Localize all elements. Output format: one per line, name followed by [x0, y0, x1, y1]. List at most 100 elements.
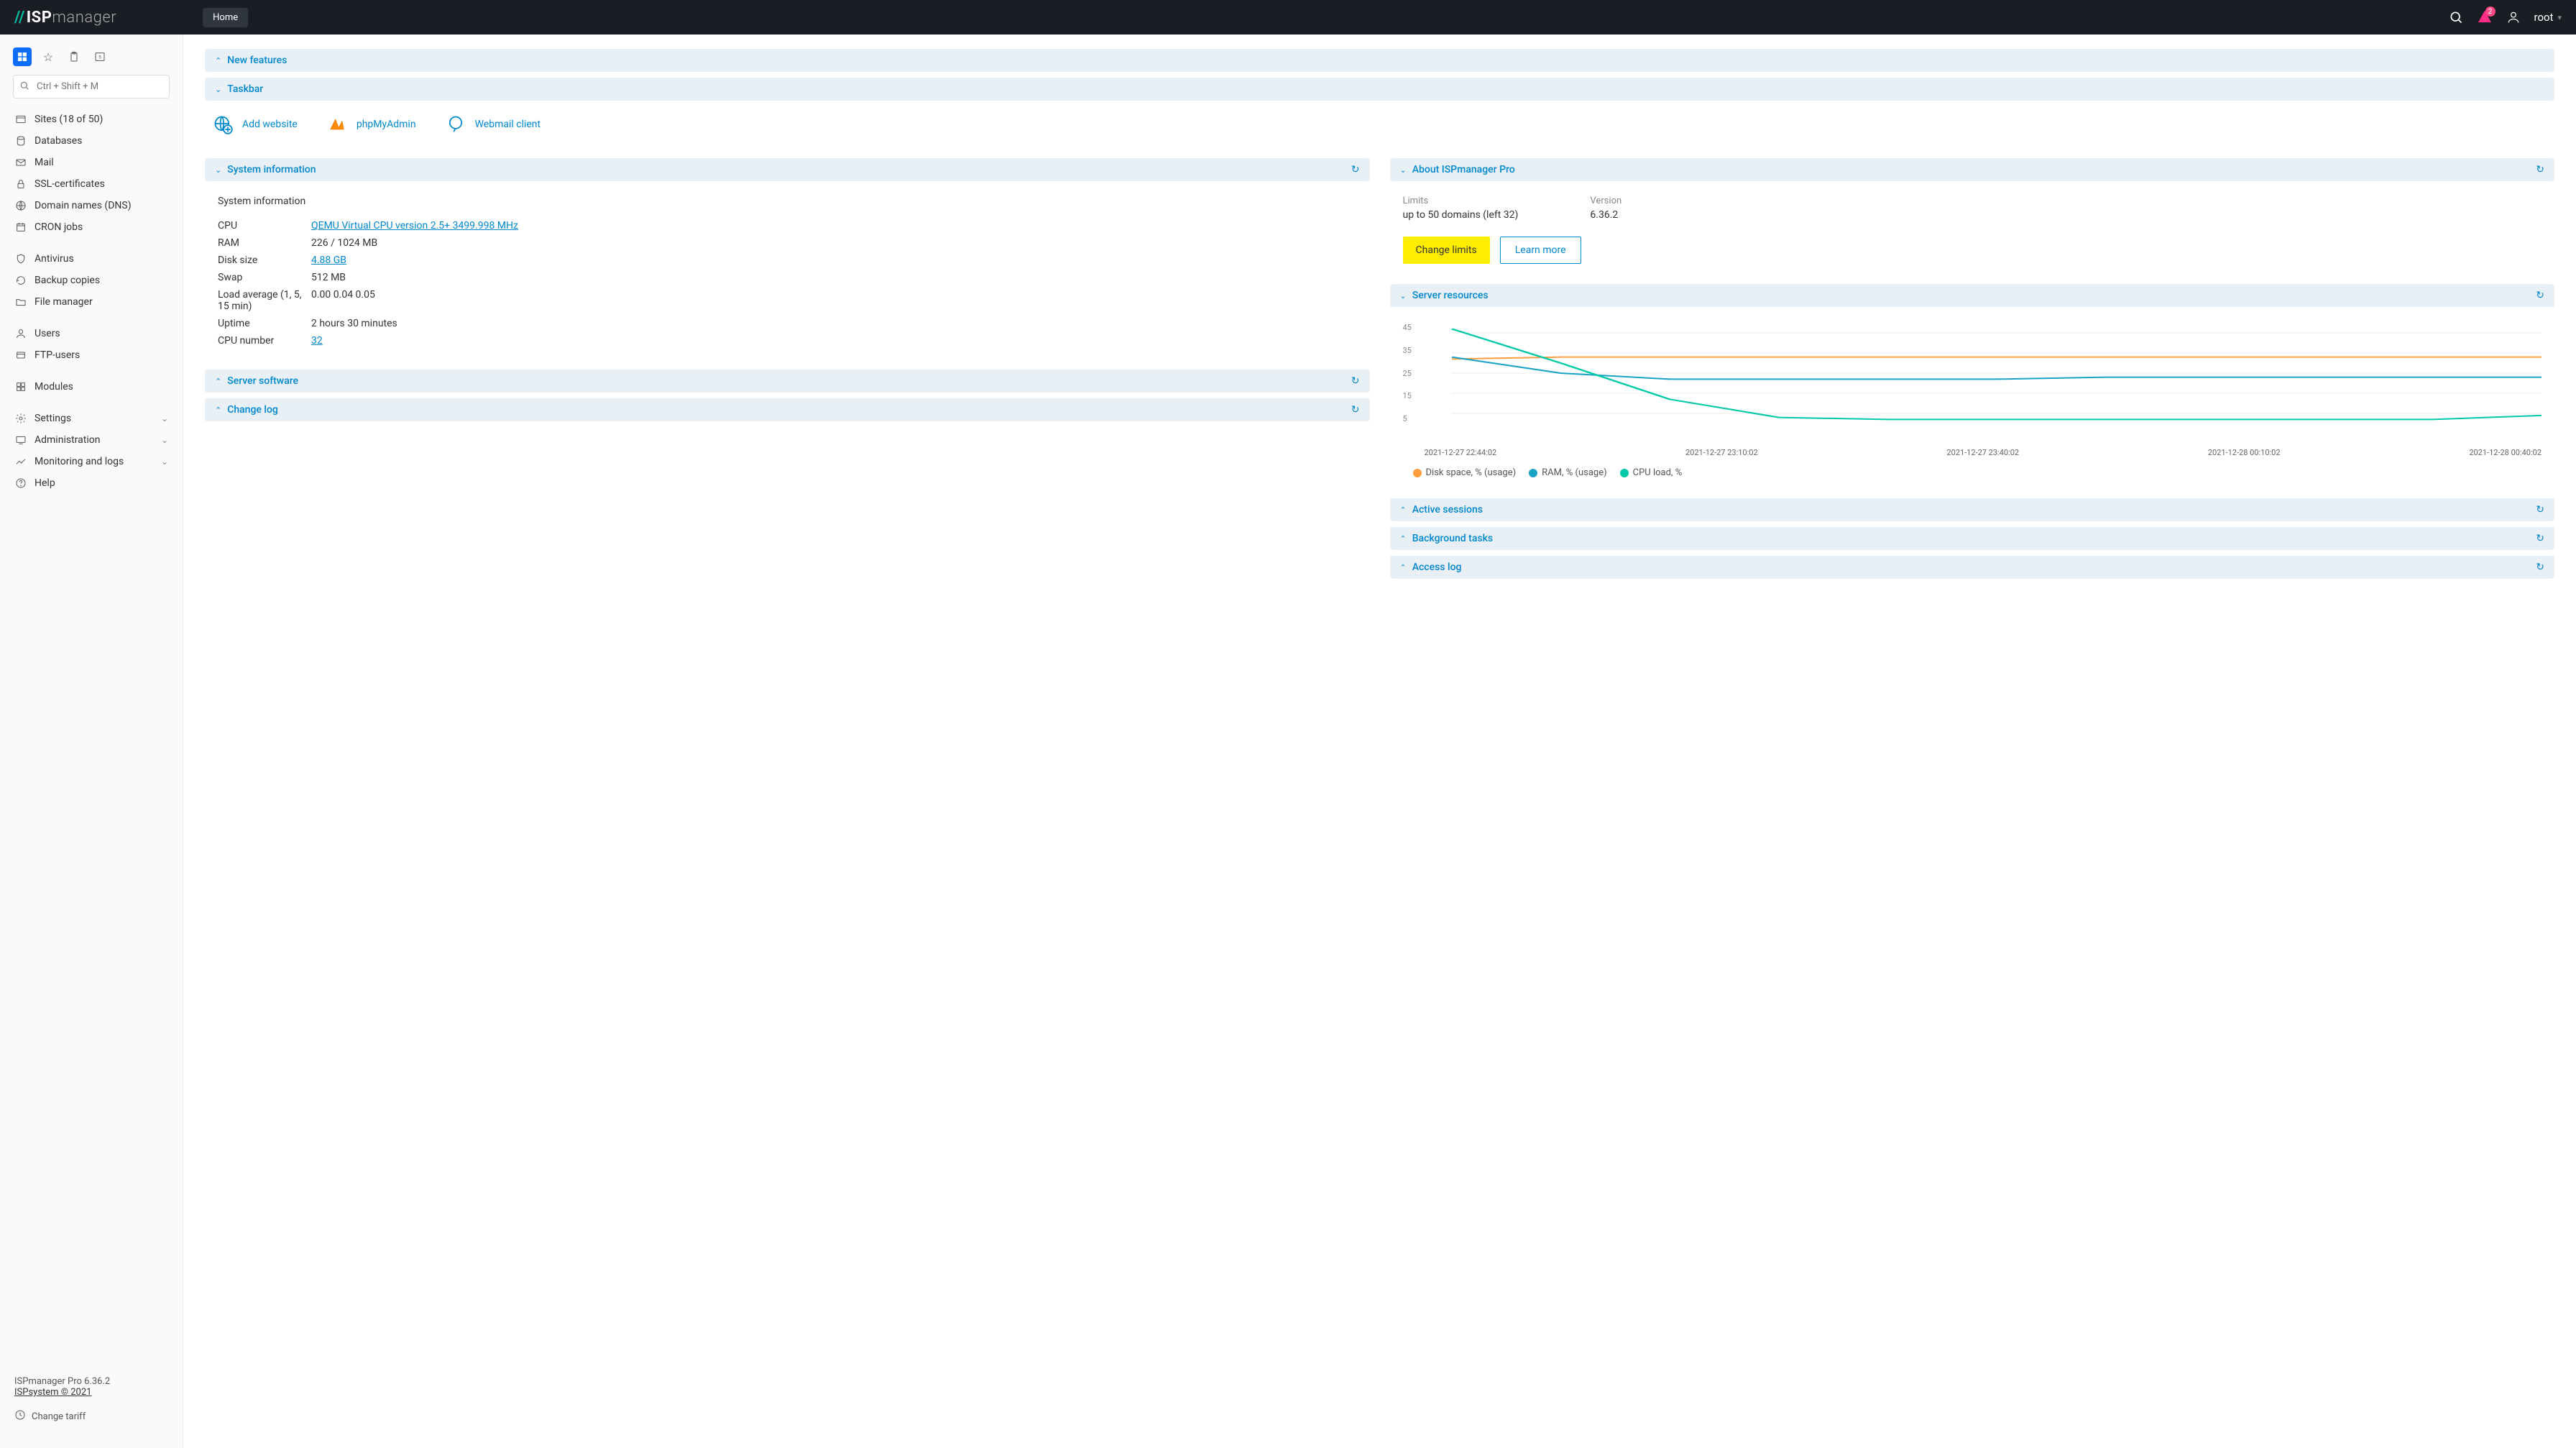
search-input[interactable]: [13, 75, 170, 98]
chart-ytick: 45: [1403, 323, 1412, 332]
search-icon[interactable]: [2448, 9, 2464, 25]
refresh-icon[interactable]: ↻: [1351, 375, 1360, 387]
nav-label: CRON jobs: [34, 221, 83, 233]
home-button[interactable]: Home: [203, 8, 248, 27]
panel-title: Taskbar: [227, 83, 263, 95]
refresh-icon[interactable]: ↻: [2536, 533, 2544, 544]
panel-title: System information: [227, 164, 316, 175]
nav-label: Settings: [34, 413, 71, 424]
task-label: Webmail client: [475, 119, 541, 130]
sidebar-item[interactable]: Mail: [7, 152, 175, 173]
logo[interactable]: // ISPmanager: [14, 9, 116, 27]
sidebar-item[interactable]: Sites (18 of 50): [7, 109, 175, 130]
panel-title: Change log: [227, 404, 278, 416]
panel-header-access-log[interactable]: ⌃ Access log ↻: [1390, 556, 2555, 579]
account-icon[interactable]: [2506, 9, 2521, 25]
chevron-up-icon: ⌃: [1400, 505, 1407, 515]
sidebar-item[interactable]: CRON jobs: [7, 216, 175, 238]
panel-header-about[interactable]: ⌄ About ISPmanager Pro ↻: [1390, 158, 2555, 181]
sidebar-item[interactable]: SSL-certificates: [7, 173, 175, 195]
panel-active-sessions: ⌃ Active sessions ↻: [1390, 498, 2555, 521]
panel-header-server-resources[interactable]: ⌄ Server resources ↻: [1390, 284, 2555, 307]
sysinfo-disk-link[interactable]: 4.88 GB: [311, 255, 346, 266]
sidebar-item[interactable]: FTP-users: [7, 344, 175, 366]
notifications-icon[interactable]: [2477, 9, 2493, 25]
nav-icon: [14, 275, 27, 286]
panel-header-change-log[interactable]: ⌃ Change log ↻: [205, 398, 1370, 421]
legend-label: CPU load, %: [1633, 467, 1683, 478]
chart-xtick: 2021-12-27 23:40:02: [1946, 448, 2019, 457]
search-icon: [19, 80, 30, 94]
panel-taskbar: ⌄ Taskbar Add website phpMyAdmin: [205, 78, 2554, 152]
panel-system-info: ⌄ System information ↻ System informatio…: [205, 158, 1370, 364]
panel-new-features: ⌃ New features: [205, 49, 2554, 72]
task-webmail[interactable]: Webmail client: [445, 114, 541, 135]
logo-manager: manager: [52, 9, 116, 27]
panel-header-server-software[interactable]: ⌃ Server software ↻: [205, 370, 1370, 393]
webmail-icon: [445, 114, 466, 135]
sidebar-item[interactable]: Domain names (DNS): [7, 195, 175, 216]
refresh-icon[interactable]: ↻: [2536, 504, 2544, 515]
terminal-icon[interactable]: 5: [91, 47, 109, 66]
chart-legend: Disk space, % (usage) RAM, % (usage) CPU…: [1403, 467, 2542, 478]
task-label: phpMyAdmin: [356, 119, 416, 130]
clipboard-icon[interactable]: [65, 47, 83, 66]
sidebar-item[interactable]: Backup copies: [7, 270, 175, 291]
sysinfo-cpunum-link[interactable]: 32: [311, 335, 323, 347]
refresh-icon[interactable]: ↻: [2536, 290, 2544, 301]
sysinfo-cpu-link[interactable]: QEMU Virtual CPU version 2.5+ 3499.998 M…: [311, 220, 518, 232]
nav-icon: [14, 178, 27, 190]
top-header: // ISPmanager Home root ▾: [0, 0, 2576, 35]
change-limits-button[interactable]: Change limits: [1403, 237, 1490, 264]
task-phpmyadmin[interactable]: phpMyAdmin: [326, 114, 416, 135]
change-tariff-button[interactable]: Change tariff: [14, 1409, 168, 1424]
panel-title: Server software: [227, 375, 298, 387]
tariff-label: Change tariff: [32, 1411, 86, 1422]
sysinfo-label: Swap: [218, 272, 311, 283]
sidebar-search[interactable]: [13, 75, 170, 98]
sidebar-item[interactable]: Databases: [7, 130, 175, 152]
learn-more-button[interactable]: Learn more: [1500, 237, 1581, 264]
chart-xtick: 2021-12-27 23:10:02: [1685, 448, 1758, 457]
chevron-up-icon: ⌃: [1400, 563, 1407, 572]
panel-title: New features: [227, 55, 287, 66]
sysinfo-subtitle: System information: [218, 196, 1357, 207]
sidebar-item[interactable]: Administration⌄: [7, 429, 175, 451]
copyright-link[interactable]: ISPsystem © 2021: [14, 1387, 91, 1398]
refresh-icon[interactable]: ↻: [2536, 164, 2544, 175]
sysinfo-label: Uptime: [218, 318, 311, 329]
nav-list: Sites (18 of 50)Databases Mail SSL-certifi…: [0, 109, 183, 494]
task-add-website[interactable]: Add website: [212, 114, 298, 135]
version-label: ISPmanager Pro 6.36.2: [14, 1376, 168, 1387]
user-menu-button[interactable]: root ▾: [2534, 11, 2562, 24]
panel-header-active-sessions[interactable]: ⌃ Active sessions ↻: [1390, 498, 2555, 521]
sysinfo-label: CPU number: [218, 335, 311, 347]
legend-dot-icon: [1413, 469, 1422, 477]
panel-title: About ISPmanager Pro: [1412, 164, 1515, 175]
refresh-icon[interactable]: ↻: [2536, 562, 2544, 573]
sidebar-item[interactable]: Users: [7, 323, 175, 344]
nav-label: Mail: [34, 157, 54, 168]
panel-header-system-info[interactable]: ⌄ System information ↻: [205, 158, 1370, 181]
menu-toggle-icon[interactable]: [13, 47, 32, 66]
sidebar-item[interactable]: Help: [7, 472, 175, 494]
sidebar-item[interactable]: Settings⌄: [7, 408, 175, 429]
nav-label: Monitoring and logs: [34, 456, 124, 467]
resources-chart: 453525155: [1403, 323, 2542, 445]
sidebar-item[interactable]: Modules: [7, 376, 175, 398]
panel-header-new-features[interactable]: ⌃ New features: [205, 49, 2554, 72]
refresh-icon[interactable]: ↻: [1351, 164, 1360, 175]
nav-icon: [14, 253, 27, 265]
refresh-icon[interactable]: ↻: [1351, 404, 1360, 416]
legend-disk: Disk space, % (usage): [1413, 467, 1517, 478]
panel-header-background-tasks[interactable]: ⌃ Background tasks ↻: [1390, 527, 2555, 550]
sidebar-item[interactable]: File manager: [7, 291, 175, 313]
favorites-icon[interactable]: ☆: [39, 47, 58, 66]
nav-label: Users: [34, 328, 60, 339]
chart-ytick: 25: [1403, 369, 1412, 378]
sysinfo-label: Load average (1, 5, 15 min): [218, 289, 311, 312]
sidebar-item[interactable]: Monitoring and logs⌄: [7, 451, 175, 472]
sidebar-item[interactable]: Antivirus: [7, 248, 175, 270]
panel-header-taskbar[interactable]: ⌄ Taskbar: [205, 78, 2554, 101]
panel-change-log: ⌃ Change log ↻: [205, 398, 1370, 421]
